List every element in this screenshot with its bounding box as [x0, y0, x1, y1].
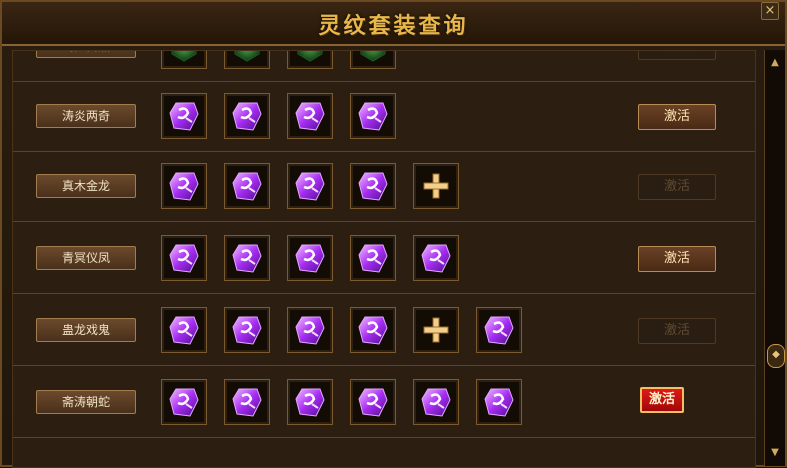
activate-button[interactable]: 激活 — [640, 387, 684, 413]
rune-slot[interactable] — [224, 307, 270, 353]
rune-slot[interactable] — [161, 379, 207, 425]
rune-slot[interactable] — [287, 51, 333, 69]
scroll-up-icon[interactable]: ▲ — [768, 56, 782, 70]
rune-slot[interactable] — [161, 307, 207, 353]
rune-slot[interactable] — [287, 379, 333, 425]
rune-slot[interactable] — [287, 307, 333, 353]
rune-slot[interactable] — [476, 307, 522, 353]
rune-set-row: 涛炎两奇 激活 — [13, 81, 755, 152]
rune-slot[interactable] — [350, 163, 396, 209]
rune-slot[interactable] — [161, 51, 207, 69]
rune-slot[interactable] — [350, 379, 396, 425]
rune-slot[interactable] — [287, 235, 333, 281]
scroll-down-icon[interactable]: ▼ — [768, 446, 782, 460]
rune-set-row: 蛊龙戏鬼 激活 — [13, 295, 755, 366]
rune-set-row: 青冥仪凤 激活 — [13, 223, 755, 294]
rune-slot[interactable] — [224, 379, 270, 425]
activate-button: 激活 — [638, 51, 716, 60]
rune-slot[interactable] — [161, 235, 207, 281]
add-slot[interactable] — [413, 163, 459, 209]
add-slot[interactable] — [413, 307, 459, 353]
rune-slot[interactable] — [413, 379, 459, 425]
rune-slot[interactable] — [350, 93, 396, 139]
rune-set-row: 斋涛朝蛇 激活 — [13, 367, 755, 438]
rune-set-query-window: 灵纹套装查询 × 鸣罗白鼎激活涛炎两奇激活真木金龙激活青冥仪凤激活蛊龙戏鬼激活斋… — [0, 0, 787, 468]
rune-slot[interactable] — [350, 307, 396, 353]
window-title: 灵纹套装查询 — [318, 13, 469, 39]
rune-slot[interactable] — [287, 93, 333, 139]
rune-slot[interactable] — [224, 93, 270, 139]
rune-slot[interactable] — [224, 51, 270, 69]
activate-button: 激活 — [638, 318, 716, 344]
rune-slot[interactable] — [476, 379, 522, 425]
activate-button: 激活 — [638, 174, 716, 200]
rune-set-list: 鸣罗白鼎激活涛炎两奇激活真木金龙激活青冥仪凤激活蛊龙戏鬼激活斋涛朝蛇激活 — [12, 50, 756, 468]
activate-button[interactable]: 激活 — [638, 104, 716, 130]
close-button[interactable]: × — [761, 2, 779, 20]
rune-slot[interactable] — [161, 163, 207, 209]
set-name-button[interactable]: 真木金龙 — [36, 174, 136, 198]
set-name-button[interactable]: 鸣罗白鼎 — [36, 51, 136, 58]
rune-slot[interactable] — [350, 51, 396, 69]
rune-slot[interactable] — [161, 93, 207, 139]
rune-slot[interactable] — [287, 163, 333, 209]
set-name-button[interactable]: 斋涛朝蛇 — [36, 390, 136, 414]
scrollbar[interactable]: ▲ ◆ ▼ — [764, 50, 785, 466]
rune-set-row: 真木金龙 激活 — [13, 151, 755, 222]
title-bar: 灵纹套装查询 × — [2, 2, 785, 46]
rune-slot[interactable] — [224, 235, 270, 281]
scroll-thumb-icon[interactable]: ◆ — [767, 344, 785, 368]
rune-set-row: 鸣罗白鼎 激活 — [13, 51, 755, 82]
activate-button[interactable]: 激活 — [638, 246, 716, 272]
set-name-button[interactable]: 蛊龙戏鬼 — [36, 318, 136, 342]
rune-slot[interactable] — [413, 235, 459, 281]
set-name-button[interactable]: 涛炎两奇 — [36, 104, 136, 128]
rune-slot[interactable] — [350, 235, 396, 281]
rune-slot[interactable] — [224, 163, 270, 209]
set-name-button[interactable]: 青冥仪凤 — [36, 246, 136, 270]
